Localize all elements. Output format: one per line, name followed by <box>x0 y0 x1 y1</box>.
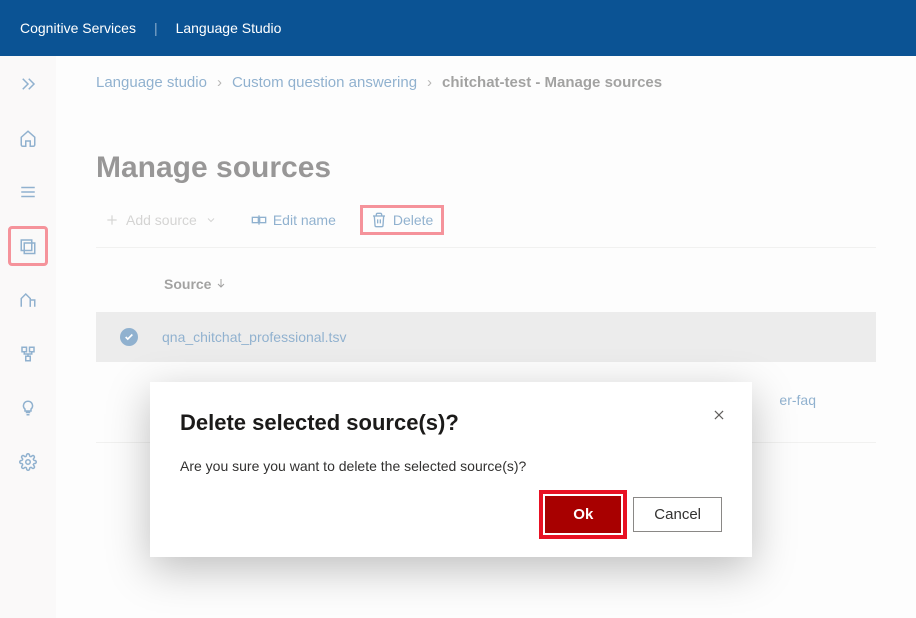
building-icon[interactable] <box>10 282 46 318</box>
check-icon[interactable] <box>120 328 138 346</box>
app-name-link[interactable]: Cognitive Services <box>20 20 136 36</box>
expand-icon[interactable] <box>10 66 46 102</box>
delete-button[interactable]: Delete <box>360 205 444 235</box>
add-source-button[interactable]: Add source <box>96 208 227 232</box>
source-name-partial: er-faq <box>779 392 816 408</box>
sources-icon[interactable] <box>10 228 46 264</box>
studio-name-link[interactable]: Language Studio <box>176 20 282 36</box>
rename-icon <box>251 212 267 228</box>
page-title: Manage sources <box>96 151 876 185</box>
chevron-down-icon <box>203 212 219 228</box>
breadcrumb: Language studio › Custom question answer… <box>96 74 876 91</box>
chevron-right-icon: › <box>217 74 222 91</box>
gear-icon[interactable] <box>10 444 46 480</box>
trash-icon <box>371 212 387 228</box>
delete-confirm-dialog: Delete selected source(s)? Are you sure … <box>150 382 752 557</box>
edit-name-button[interactable]: Edit name <box>243 208 344 232</box>
ok-button[interactable]: Ok <box>545 496 621 533</box>
plus-icon <box>104 212 120 228</box>
dialog-actions: Ok Cancel <box>180 496 722 533</box>
breadcrumb-link-cqa[interactable]: Custom question answering <box>232 74 417 91</box>
add-source-label: Add source <box>126 212 197 228</box>
topbar-separator: | <box>154 20 158 36</box>
source-name[interactable]: qna_chitchat_professional.tsv <box>162 329 346 345</box>
close-icon[interactable] <box>712 408 726 427</box>
dialog-title: Delete selected source(s)? <box>180 410 722 436</box>
toolbar: Add source Edit name Delete <box>96 205 876 248</box>
delete-label: Delete <box>393 212 433 228</box>
bulb-icon[interactable] <box>10 390 46 426</box>
sort-down-icon <box>215 276 227 292</box>
left-nav <box>0 56 56 618</box>
list-icon[interactable] <box>10 174 46 210</box>
table-row[interactable]: qna_chitchat_professional.tsv <box>96 312 876 362</box>
breadcrumb-current: chitchat-test - Manage sources <box>442 74 662 91</box>
dialog-body: Are you sure you want to delete the sele… <box>180 458 722 474</box>
chevron-right-icon: › <box>427 74 432 91</box>
edit-name-label: Edit name <box>273 212 336 228</box>
top-bar: Cognitive Services | Language Studio <box>0 0 916 56</box>
deploy-icon[interactable] <box>10 336 46 372</box>
column-header-source[interactable]: Source <box>96 276 876 292</box>
column-header-label: Source <box>164 276 211 292</box>
home-icon[interactable] <box>10 120 46 156</box>
cancel-button[interactable]: Cancel <box>633 497 722 532</box>
breadcrumb-link-studio[interactable]: Language studio <box>96 74 207 91</box>
